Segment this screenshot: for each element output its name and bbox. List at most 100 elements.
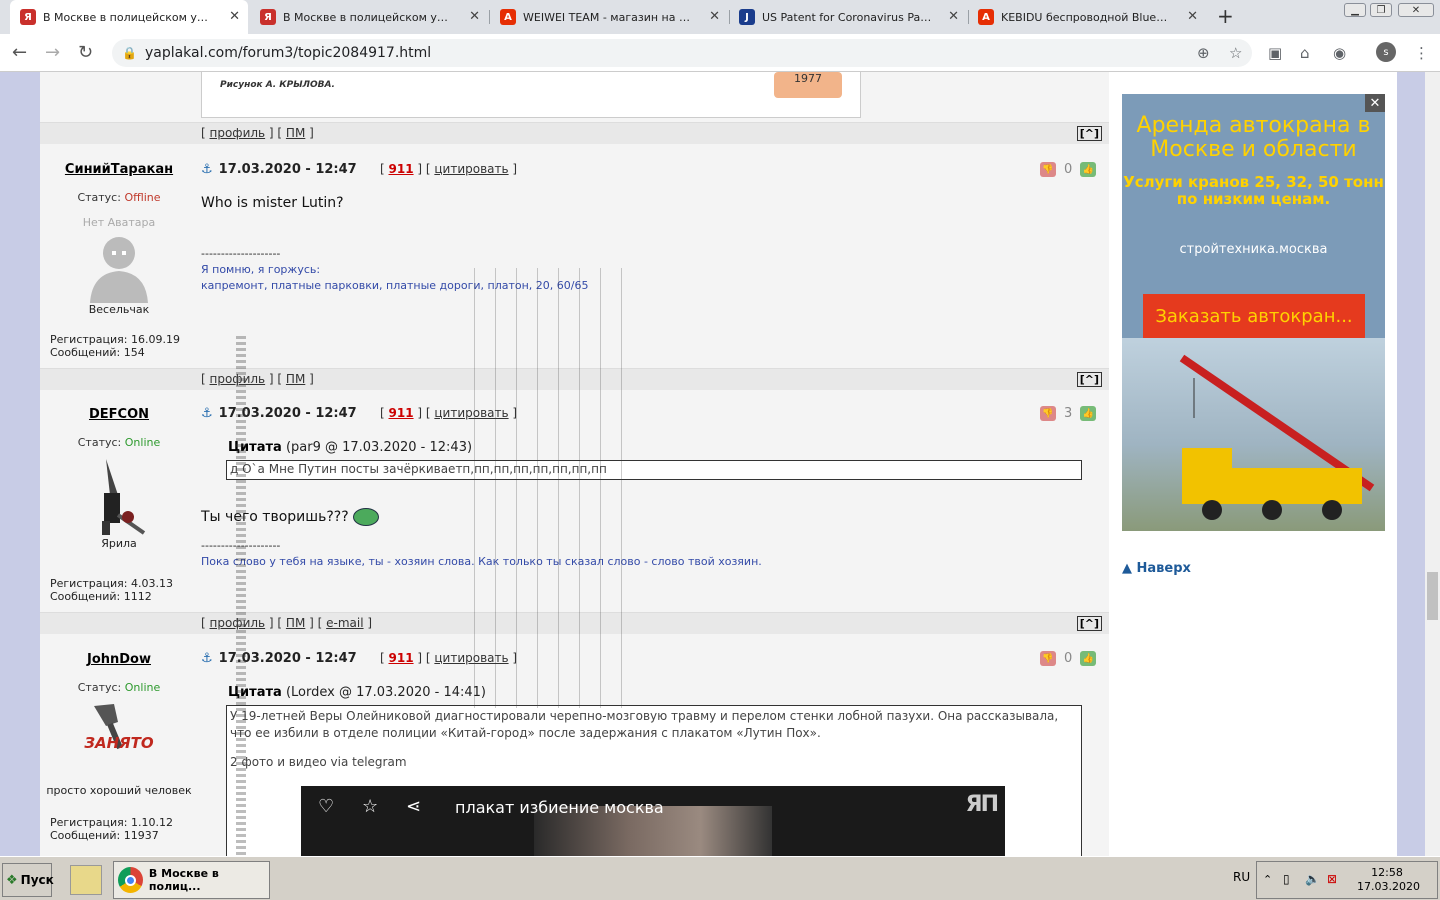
tab-2[interactable]: Я В Москве в полицейском участке и ✕ [250,0,488,34]
report-911-link[interactable]: 911 [389,162,414,176]
user-avatar: ЗАНЯТО [84,700,154,764]
tab-strip: Я В Москве в полицейском участке и ✕ Я В… [0,0,1440,34]
signature-separator: -------------------- [201,247,281,260]
status-value: Online [124,681,161,694]
aliexpress-favicon-icon: A [978,9,994,25]
anchor-icon[interactable]: ⚓ [201,651,213,666]
ad-cta-button[interactable]: Заказать автокран... [1143,294,1365,338]
report-911-link[interactable]: 911 [389,406,414,420]
close-window-button[interactable]: ✕ [1398,3,1434,17]
reload-icon[interactable]: ↻ [78,42,93,63]
toolbar: ← → ↻ 🔒 yaplakal.com/forum3/topic2084917… [0,34,1440,72]
taskbar-chrome-button[interactable]: В Москве в полиц... [113,861,270,899]
scroll-up-button[interactable]: [^] [1076,126,1102,141]
tab-4[interactable]: J US Patent for Coronavirus Patent (P ✕ [729,0,967,34]
extension-off-icon[interactable]: ⌂ [1300,44,1310,62]
restore-button[interactable]: ❐ [1370,3,1392,17]
thumbs-up-icon[interactable]: 👍 [1080,406,1097,421]
user-panel: JohnDow Статус: Online ЗАНЯТО просто хор… [40,652,198,797]
quote-link[interactable]: цитировать [434,162,508,176]
ad-banner[interactable]: Аренда автокрана в Москве и области Услу… [1122,94,1385,531]
tray-expand-icon[interactable]: ⌃ [1263,873,1272,886]
menu-dots-icon[interactable]: ⋮ [1414,44,1429,62]
post-text-content: Ты чего творишь??? [201,509,349,525]
address-bar[interactable]: 🔒 yaplakal.com/forum3/topic2084917.html [112,39,1252,67]
username-link[interactable]: DEFCON [40,407,198,422]
new-tab-button[interactable]: + [1217,4,1234,28]
thumbs-down-icon[interactable]: 👎 [1040,162,1056,177]
language-indicator[interactable]: RU [1233,870,1250,884]
scroll-up-button[interactable]: [^] [1076,616,1102,631]
post-date: ⚓ 17.03.2020 - 12:47 [201,162,357,177]
ad-close-button[interactable]: ✕ [1365,94,1385,112]
thumbs-up-icon[interactable]: 👍 [1080,651,1097,666]
smiley-icon [353,508,380,526]
back-to-top-link[interactable]: ▲ Наверх [1122,561,1191,576]
close-tab-icon[interactable]: ✕ [1187,9,1198,24]
battery-icon[interactable]: ▯ [1283,872,1290,886]
thumbs-up-icon[interactable]: 👍 [1080,162,1097,177]
clock[interactable]: 12:58 17.03.2020 [1357,866,1420,894]
minimize-button[interactable]: ▁ [1344,3,1366,17]
forward-icon[interactable]: → [45,42,60,63]
tab-1[interactable]: Я В Москве в полицейском участке и ✕ [10,0,248,34]
heart-icon[interactable]: ♡ [318,796,334,817]
back-to-top-label: Наверх [1136,561,1191,576]
user-status: Статус: Offline [40,191,198,204]
tab-title: В Москве в полицейском участке и [43,10,213,24]
file-manager-icon[interactable] [70,865,102,895]
post-footer-links: [ профиль ] [ ПМ ] [ e-mail ] [201,616,373,630]
user-status: Статус: Online [40,681,198,694]
network-icon[interactable]: ⊠ [1327,872,1337,886]
anchor-icon[interactable]: ⚓ [201,406,213,421]
start-button[interactable]: ❖ Пуск [2,863,54,897]
thumbs-down-icon[interactable]: 👎 [1040,406,1056,421]
clock-date: 17.03.2020 [1357,880,1420,893]
video-player[interactable]: ♡ ☆ ⋖ плакат избиение москва ЯП [301,786,1005,856]
username-link[interactable]: СинийТаракан [40,162,198,177]
yaplakal-favicon-icon: Я [260,9,276,25]
ad-site[interactable]: стройтехника.москва [1122,242,1385,257]
post-footer-links: [ профиль ] [ ПМ ] [201,372,314,386]
scroll-up-button[interactable]: [^] [1076,372,1102,387]
message-count: Сообщений: 154 [50,346,145,359]
right-margin [1397,72,1425,856]
extension-icon[interactable]: ▣ [1268,44,1282,62]
yaplakal-favicon-icon: Я [20,9,36,25]
profile-avatar[interactable]: s [1376,42,1396,62]
thumbs-down-icon[interactable]: 👎 [1040,651,1056,666]
rating-count: 3 [1064,406,1073,421]
close-tab-icon[interactable]: ✕ [229,9,240,24]
video-title: плакат избиение москва [455,798,664,817]
close-tab-icon[interactable]: ✕ [948,9,959,24]
email-link[interactable]: e-mail [326,616,363,630]
scrollbar[interactable] [1425,72,1440,856]
justia-favicon-icon: J [739,9,755,25]
back-icon[interactable]: ← [12,42,27,63]
tab-3[interactable]: A WEIWEI TEAM - магазин на AliExpr ✕ [490,0,728,34]
system-tray: ⌃ ▯ 🔈 ⊠ 12:58 17.03.2020 [1256,861,1438,899]
pm-link[interactable]: ПМ [286,616,305,630]
anchor-icon[interactable]: ⚓ [201,162,213,177]
url-text: yaplakal.com/forum3/topic2084917.html [144,45,432,61]
zoom-icon[interactable]: ⊕ [1197,44,1210,62]
username-link[interactable]: JohnDow [40,652,198,667]
page-content: Рисунок А. КРЫЛОВА. 1977 [ профиль ] [ П… [0,72,1440,856]
bookmark-star-icon[interactable]: ☆ [1229,44,1242,62]
tab-5[interactable]: A KEBIDU беспроводной Bluetooth 5 ✕ [968,0,1206,34]
pm-link[interactable]: ПМ [286,126,305,140]
scrollbar-thumb[interactable] [1427,572,1438,620]
pm-link[interactable]: ПМ [286,372,305,386]
close-tab-icon[interactable]: ✕ [709,9,720,24]
volume-icon[interactable]: 🔈 [1305,872,1320,886]
profile-link[interactable]: профиль [210,126,266,140]
extension-e-icon[interactable]: ◉ [1333,44,1346,62]
quote-block: д О`а Мне Путин посты зачёркиваетп,пп,пп… [226,460,1082,480]
tab-title: US Patent for Coronavirus Patent (P [762,10,932,24]
close-tab-icon[interactable]: ✕ [469,9,480,24]
star-icon[interactable]: ☆ [362,796,378,817]
share-icon[interactable]: ⋖ [406,796,421,817]
aliexpress-favicon-icon: A [500,9,516,25]
report-911-link[interactable]: 911 [389,651,414,665]
lock-icon: 🔒 [122,46,137,60]
